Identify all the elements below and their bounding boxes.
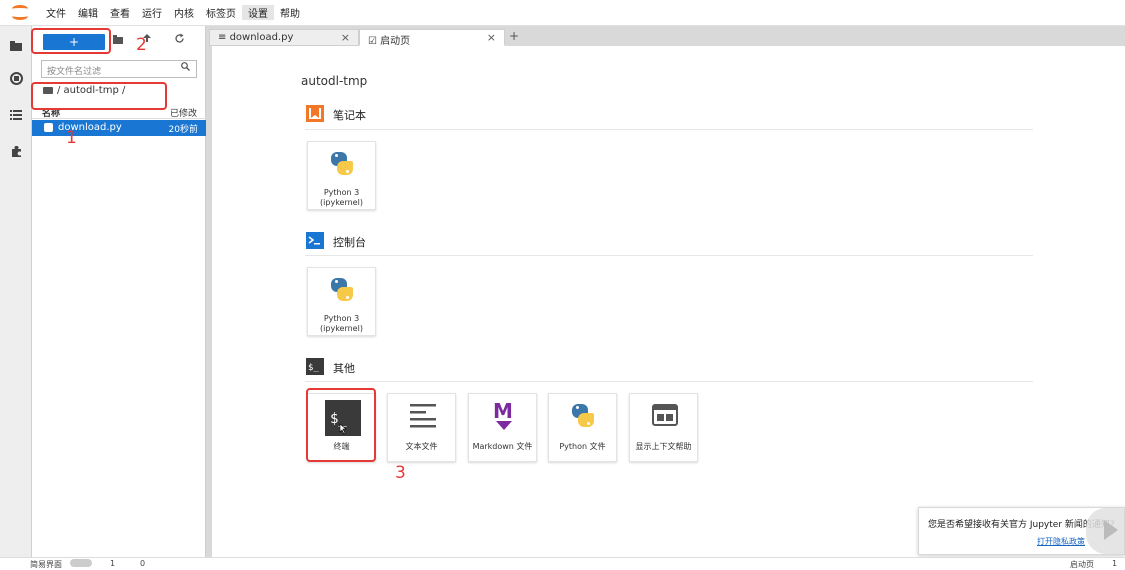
table-of-contents-icon[interactable] bbox=[9, 108, 23, 122]
annotation-number: 1 bbox=[66, 128, 77, 148]
launcher-path: autodl-tmp bbox=[301, 74, 368, 88]
left-sidebar-rail bbox=[0, 26, 32, 569]
svg-text:$_: $_ bbox=[308, 363, 319, 373]
tab-download-py[interactable]: ≡ download.py × bbox=[209, 29, 359, 46]
annotation-number: 3 bbox=[395, 463, 406, 483]
extensions-puzzle-icon[interactable] bbox=[9, 145, 23, 159]
tab-bar: ≡ download.py × ☑ 启动页 × + bbox=[209, 29, 521, 47]
text-file-icon bbox=[410, 404, 436, 431]
console-section-title: 控制台 bbox=[333, 236, 366, 249]
python-file-icon bbox=[44, 123, 53, 132]
privacy-policy-link[interactable]: 打开隐私政策 bbox=[1037, 536, 1085, 547]
filename-filter-input[interactable]: 按文件名过滤 bbox=[41, 60, 197, 78]
tab-close-icon[interactable]: × bbox=[487, 31, 496, 44]
console-python3-card[interactable]: Python 3 (ipykernel) bbox=[307, 267, 376, 336]
launcher-panel: autodl-tmp 笔记本 Python 3 (ipykernel) 控制台 P… bbox=[212, 46, 1125, 557]
contextual-help-icon bbox=[652, 404, 678, 429]
jupyter-logo-icon bbox=[10, 3, 34, 23]
other-section-icon: $_ bbox=[306, 358, 324, 375]
search-icon bbox=[181, 62, 190, 74]
menu-settings[interactable]: 设置 bbox=[242, 5, 274, 20]
notebook-section-icon bbox=[306, 105, 324, 122]
menubar: 文件 编辑 查看 运行 内核 标签页 设置 帮助 bbox=[0, 0, 1125, 26]
divider bbox=[305, 255, 1033, 256]
card-label: Python 3 (ipykernel) bbox=[320, 188, 363, 207]
card-label: 文本文件 bbox=[405, 442, 438, 451]
card-label: Markdown 文件 bbox=[472, 442, 533, 451]
markdown-file-card[interactable]: M Markdown 文件 bbox=[468, 393, 537, 462]
menu-help[interactable]: 帮助 bbox=[274, 5, 306, 20]
add-tab-button[interactable]: + bbox=[507, 29, 521, 46]
play-icon bbox=[1104, 520, 1118, 540]
status-right-label: 启动页 bbox=[1070, 560, 1094, 569]
python-logo-icon bbox=[328, 150, 356, 178]
divider bbox=[305, 129, 1033, 130]
svg-text:M: M bbox=[493, 400, 513, 423]
highlight-box-breadcrumb bbox=[31, 82, 167, 110]
file-modified: 20秒前 bbox=[168, 125, 198, 135]
highlight-box-terminal bbox=[306, 388, 376, 462]
menu-kernel[interactable]: 内核 bbox=[168, 5, 200, 20]
folder-icon[interactable] bbox=[9, 39, 23, 53]
simple-mode-label: 简易界面 bbox=[30, 560, 62, 569]
simple-mode-toggle[interactable] bbox=[70, 559, 92, 567]
card-label: Python 文件 bbox=[559, 442, 606, 451]
markdown-icon: M bbox=[492, 399, 516, 435]
notebook-section-title: 笔记本 bbox=[333, 109, 366, 122]
tab-close-icon[interactable]: × bbox=[341, 31, 350, 44]
tab-launcher[interactable]: ☑ 启动页 × bbox=[359, 29, 505, 47]
notebook-python3-card[interactable]: Python 3 (ipykernel) bbox=[307, 141, 376, 210]
console-section-icon bbox=[306, 232, 324, 249]
notification-toast: 您是否希望接收有关官方 Jupyter 新闻的通知? 打开隐私政策 bbox=[918, 507, 1125, 555]
menu-run[interactable]: 运行 bbox=[136, 5, 168, 20]
menu-file[interactable]: 文件 bbox=[40, 5, 72, 20]
status-bar: 简易界面 1 0 启动页 1 bbox=[0, 557, 1125, 569]
card-label: 显示上下文帮助 bbox=[635, 442, 692, 451]
contextual-help-card[interactable]: 显示上下文帮助 bbox=[629, 393, 698, 462]
python-logo-icon bbox=[328, 276, 356, 304]
menu-tabs[interactable]: 标签页 bbox=[200, 5, 242, 20]
other-section-title: 其他 bbox=[333, 362, 355, 375]
menu-edit[interactable]: 编辑 bbox=[72, 5, 104, 20]
tab-label: ☑ 启动页 bbox=[368, 36, 411, 47]
menu-view[interactable]: 查看 bbox=[104, 5, 136, 20]
text-file-card[interactable]: 文本文件 bbox=[387, 393, 456, 462]
card-label: Python 3 (ipykernel) bbox=[320, 314, 363, 333]
new-folder-icon[interactable] bbox=[111, 34, 125, 47]
python-file-card[interactable]: Python 文件 bbox=[548, 393, 617, 462]
tab-label: ≡ download.py bbox=[218, 32, 294, 43]
file-list-item[interactable]: download.py 20秒前 bbox=[32, 120, 206, 136]
status-count-2: 0 bbox=[140, 559, 146, 568]
python-logo-icon bbox=[569, 402, 597, 430]
overlay-control[interactable] bbox=[1086, 508, 1124, 554]
refresh-icon[interactable] bbox=[172, 33, 186, 47]
status-right-num: 1 bbox=[1112, 559, 1118, 568]
divider bbox=[305, 381, 1033, 382]
annotation-number: 2 bbox=[136, 35, 147, 55]
status-count-1: 1 bbox=[110, 559, 116, 568]
highlight-box-new-button bbox=[31, 28, 111, 54]
filter-placeholder: 按文件名过滤 bbox=[47, 67, 102, 77]
column-modified-header[interactable]: 已修改 bbox=[170, 106, 197, 119]
running-kernels-icon[interactable] bbox=[9, 71, 23, 85]
